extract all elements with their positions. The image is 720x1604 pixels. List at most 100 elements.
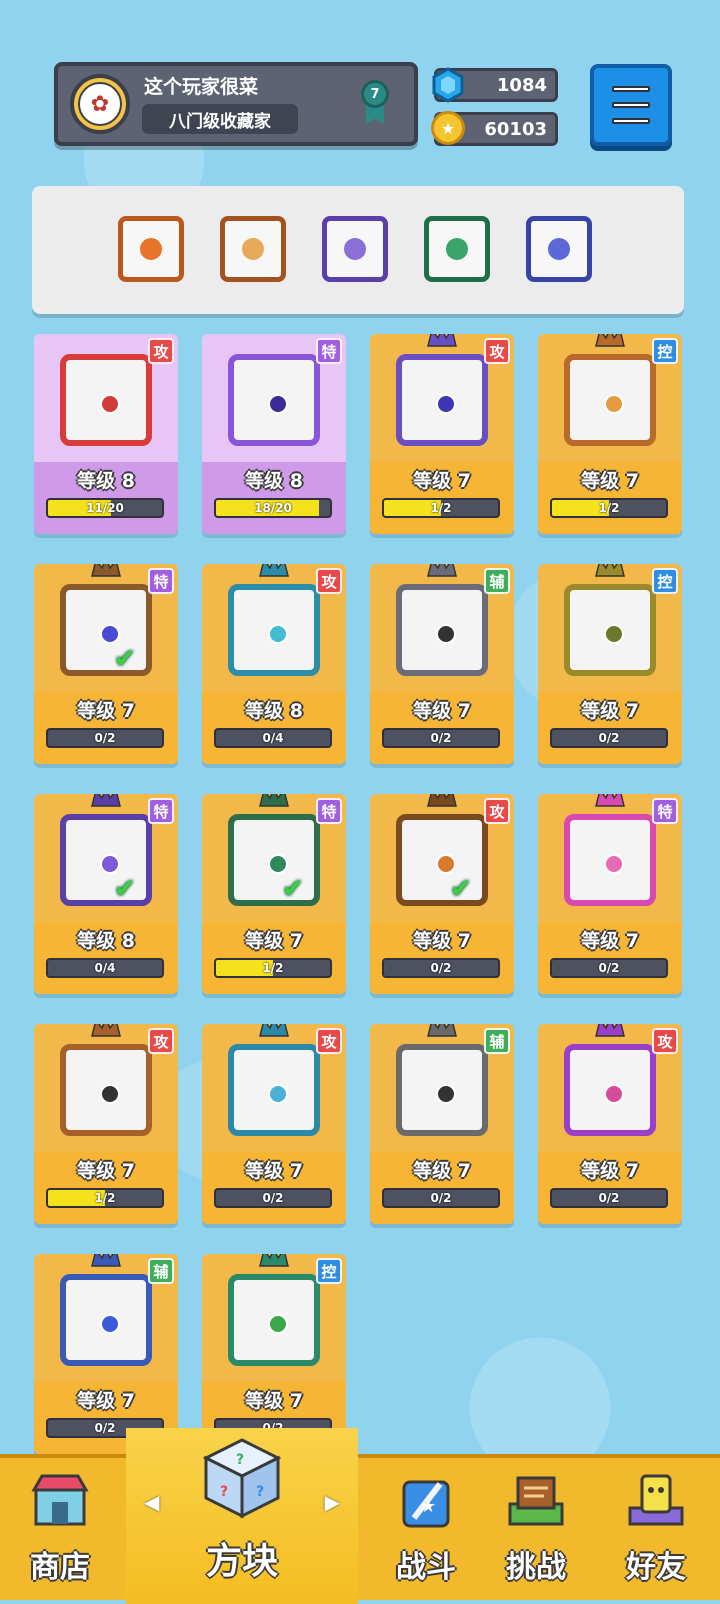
dice-level: 等级 7 <box>413 700 471 722</box>
progress-text: 0/2 <box>598 1191 620 1205</box>
dice-card[interactable]: 控等级 70/2 <box>538 564 682 764</box>
nav-prev-arrow[interactable]: ◀ <box>144 1490 159 1514</box>
dice-level: 等级 8 <box>77 470 135 492</box>
dice-icon <box>564 584 656 676</box>
coin-counter[interactable]: ★ 60103 <box>431 111 558 146</box>
dice-icon <box>396 1044 488 1136</box>
avatar-icon: ✿ <box>78 82 122 126</box>
dice-level: 等级 7 <box>77 1160 135 1182</box>
battle-icon: ★ <box>402 1480 450 1528</box>
progress-text: 18/20 <box>254 501 292 515</box>
nav-next-arrow[interactable]: ▶ <box>325 1490 340 1514</box>
dice-card[interactable]: ✔ 特等级 7 0/2 <box>34 564 178 764</box>
equipped-slot[interactable] <box>424 216 490 282</box>
bottom-nav: 商店 ? ? ? ◀ ▶ 方块 ★ 战斗 挑战 好友 <box>0 1428 720 1604</box>
dice-icon <box>60 814 152 906</box>
equipped-slot[interactable] <box>118 216 184 282</box>
gem-count: 1084 <box>496 75 547 96</box>
dragon-crest-icon <box>595 334 625 347</box>
upgrade-progress-bar: 0/4 <box>214 728 332 748</box>
progress-text: 0/4 <box>262 731 284 745</box>
gem-counter[interactable]: 1084 <box>432 67 558 103</box>
player-profile[interactable]: ✿ 这个玩家很菜 八门级收藏家 7 <box>54 62 418 146</box>
dice-card[interactable]: 辅等级 7 0/2 <box>370 1024 514 1224</box>
svg-text:?: ? <box>220 1484 228 1500</box>
dice-card[interactable]: 攻等级 7 1/2 <box>370 334 514 534</box>
dice-card[interactable]: 特等级 8 18/20 <box>202 334 346 534</box>
rank-badge: 7 <box>358 76 392 126</box>
dice-type-badge: 特 <box>148 568 174 594</box>
equipped-slot[interactable] <box>220 216 286 282</box>
dice-pip <box>604 394 624 414</box>
dice-level: 等级 7 <box>581 700 639 722</box>
dice-pip <box>268 1084 288 1104</box>
dice-icon <box>228 814 320 906</box>
dice-level: 等级 8 <box>245 470 303 492</box>
nav-shop[interactable]: 商店 <box>8 1458 112 1604</box>
dragon-crest-icon <box>91 564 121 577</box>
dragon-crest-icon <box>259 794 289 807</box>
dice-card[interactable]: 攻等级 7 0/2 <box>538 1024 682 1224</box>
nav-battle[interactable]: ★ 战斗 <box>374 1458 478 1604</box>
dice-icon <box>564 354 656 446</box>
nav-challenge[interactable]: 挑战 <box>484 1458 588 1604</box>
nav-dice[interactable]: ? ? ? ◀ ▶ 方块 <box>126 1428 358 1604</box>
dice-type-badge: 特 <box>316 338 342 364</box>
upgrade-progress-bar: 1/2 <box>550 498 668 518</box>
dice-icon <box>396 814 488 906</box>
dice-card[interactable]: 攻等级 7 0/2 <box>202 1024 346 1224</box>
dice-card[interactable]: 辅等级 7 0/2 <box>370 564 514 764</box>
upgrade-progress-bar: 0/2 <box>46 728 164 748</box>
avatar[interactable]: ✿ <box>70 74 130 134</box>
dice-pip <box>268 394 288 414</box>
dice-card[interactable]: 辅等级 7 0/2 <box>34 1254 178 1454</box>
dice-core-icon <box>548 238 570 260</box>
progress-text: 0/2 <box>430 1191 452 1205</box>
dice-level: 等级 7 <box>413 930 471 952</box>
dice-card[interactable]: 控等级 7 1/2 <box>538 334 682 534</box>
rank-value: 7 <box>361 80 389 108</box>
dice-cube-icon: ? ? ? <box>202 1438 282 1519</box>
menu-button[interactable] <box>590 64 672 146</box>
upgrade-progress-bar: 11/20 <box>46 498 164 518</box>
challenge-icon <box>508 1476 564 1526</box>
dice-type-badge: 控 <box>316 1258 342 1284</box>
dragon-crest-icon <box>427 334 457 347</box>
progress-text: 1/2 <box>262 961 284 975</box>
dice-type-badge: 攻 <box>484 338 510 364</box>
dragon-crest-icon <box>91 794 121 807</box>
progress-text: 1/2 <box>598 501 620 515</box>
dice-type-badge: 特 <box>316 798 342 824</box>
dice-level: 等级 7 <box>581 470 639 492</box>
dice-icon <box>228 354 320 446</box>
progress-text: 1/2 <box>94 1191 116 1205</box>
dice-card[interactable]: ✔ 攻等级 7 0/2 <box>370 794 514 994</box>
menu-icon <box>612 86 650 92</box>
coin-count: 60103 <box>484 119 547 140</box>
equipped-slot[interactable] <box>322 216 388 282</box>
dice-level: 等级 7 <box>77 700 135 722</box>
progress-text: 0/4 <box>94 961 116 975</box>
player-title: 八门级收藏家 <box>142 104 298 134</box>
upgrade-progress-bar: 18/20 <box>214 498 332 518</box>
dice-level: 等级 7 <box>581 1160 639 1182</box>
upgrade-progress-bar: 0/2 <box>550 958 668 978</box>
dice-icon <box>396 584 488 676</box>
dice-type-badge: 控 <box>652 338 678 364</box>
dice-card[interactable]: 控等级 70/2 <box>202 1254 346 1454</box>
dice-level: 等级 7 <box>413 1160 471 1182</box>
dice-card[interactable]: 攻等级 7 1/2 <box>34 1024 178 1224</box>
progress-text: 0/2 <box>262 1191 284 1205</box>
dice-icon <box>228 1044 320 1136</box>
nav-friends[interactable]: 好友 <box>600 1458 712 1604</box>
nav-shop-label: 商店 <box>30 1550 90 1585</box>
equipped-slot[interactable] <box>526 216 592 282</box>
dice-card[interactable]: 特等级 7 0/2 <box>538 794 682 994</box>
dice-card[interactable]: 攻等级 8 11/20 <box>34 334 178 534</box>
dice-card[interactable]: ✔ 特等级 7 1/2 <box>202 794 346 994</box>
dragon-crest-icon <box>427 794 457 807</box>
dice-card[interactable]: ✔ 特等级 8 0/4 <box>34 794 178 994</box>
dice-card[interactable]: 攻等级 8 0/4 <box>202 564 346 764</box>
dice-level: 等级 8 <box>245 700 303 722</box>
gem-icon <box>432 67 464 103</box>
